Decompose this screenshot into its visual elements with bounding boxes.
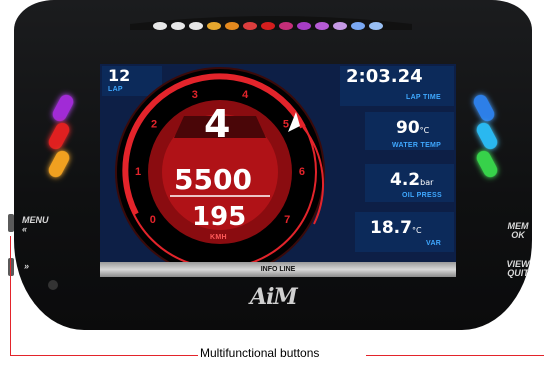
tach-label: 4 — [242, 89, 249, 101]
speed-value: 195 — [192, 202, 247, 232]
lower-left-button[interactable] — [8, 258, 14, 276]
shift-light-led — [351, 22, 365, 30]
shift-light-led — [153, 22, 167, 30]
speed-unit: KMH — [210, 234, 227, 241]
menu-button-label: MENU « — [22, 215, 49, 234]
tach-label: 3 — [192, 89, 198, 101]
shift-light-led — [297, 22, 311, 30]
oil-press-label: OIL PRESS — [402, 192, 442, 199]
light-sensor-icon — [48, 280, 58, 290]
var-label: VAR — [426, 240, 442, 247]
callout-line-left-horizontal — [10, 355, 198, 356]
water-temp-value: 90°C — [396, 118, 430, 138]
tach-label: 5 — [283, 118, 289, 130]
callout-line-left-vertical — [10, 236, 11, 356]
rpm-value: 5500 — [174, 163, 252, 196]
tach-label: 6 — [299, 166, 305, 178]
shift-light-led — [279, 22, 293, 30]
lower-left-button-label: » — [24, 261, 30, 271]
gear-value: 4 — [204, 102, 231, 146]
oil-press-value: 4.2bar — [390, 170, 434, 190]
display-screen: 01234567 4 5500 195 KMH 12 LAP 2:03.24 L… — [100, 64, 456, 277]
water-temp-label: WATER TEMP — [392, 142, 442, 149]
callout-line-right-horizontal — [366, 355, 544, 356]
shift-light-led — [189, 22, 203, 30]
mem-ok-button-label[interactable]: MEM OK — [500, 222, 536, 240]
var-value: 18.7°C — [370, 218, 422, 238]
shift-light-led — [171, 22, 185, 30]
shift-light-strip — [130, 16, 412, 30]
shift-light-led — [243, 22, 257, 30]
callout-caption: Multifunctional buttons — [200, 346, 320, 360]
menu-button[interactable] — [8, 214, 14, 232]
shift-light-led — [333, 22, 347, 30]
tach-label: 1 — [135, 166, 141, 178]
tach-label: 0 — [150, 214, 156, 226]
shift-light-led — [225, 22, 239, 30]
tach-label: 2 — [151, 118, 157, 130]
shift-light-led — [369, 22, 383, 30]
lap-label: LAP — [108, 86, 123, 93]
aim-logo: AiM — [250, 284, 298, 310]
view-quit-button-label[interactable]: VIEW QUIT — [500, 260, 536, 278]
lap-time-value: 2:03.24 — [346, 66, 423, 87]
shift-light-led — [315, 22, 329, 30]
lap-value: 12 — [108, 66, 131, 85]
tach-label: 7 — [284, 214, 290, 226]
shift-light-led — [207, 22, 221, 30]
shift-light-led — [261, 22, 275, 30]
info-line-bar: INFO LINE — [100, 262, 456, 277]
lap-time-label: LAP TIME — [406, 94, 441, 101]
